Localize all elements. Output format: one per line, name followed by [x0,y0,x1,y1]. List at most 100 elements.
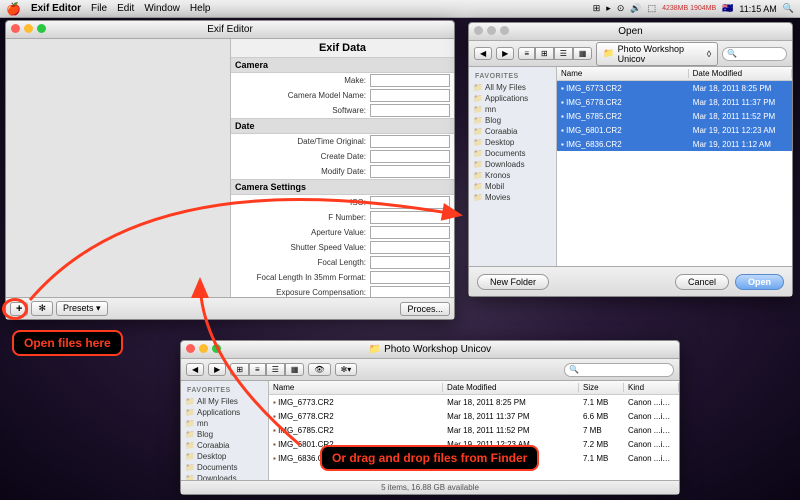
software-field[interactable] [370,104,450,117]
finder-toolbar: ◀ ▶ ⊞≡☰▦ 👁 ✻▾ 🔍 [181,359,679,381]
sidebar-item[interactable]: mn [183,418,266,429]
exif-editor-window: Exif Editor Exif Data Camera Make: Camer… [5,20,455,320]
menu-window[interactable]: Window [144,3,180,14]
titlebar[interactable]: Exif Editor [6,21,454,39]
menubar-extra-icon[interactable]: ⊞ [593,3,601,14]
sidebar-item[interactable]: All My Files [183,396,266,407]
back-button[interactable]: ◀ [474,47,492,60]
model-field[interactable] [370,89,450,102]
favorites-heading: FAVORITES [471,71,554,82]
sidebar-item[interactable]: Coraabia [183,440,266,451]
sidebar-item[interactable]: Blog [471,115,554,126]
aperture-field[interactable] [370,226,450,239]
field-label: Camera Model Name: [235,91,366,100]
sidebar-item[interactable]: Movies [471,192,554,203]
menubar-extra-icon[interactable]: ⊙ [617,3,625,14]
app-name[interactable]: Exif Editor [31,3,81,14]
file-row[interactable]: IMG_6778.CR2Mar 18, 2011 11:37 PM [557,95,792,109]
file-row[interactable]: IMG_6778.CR2Mar 18, 2011 11:37 PM6.6 MBC… [269,409,679,423]
titlebar[interactable]: Open [469,23,792,41]
forward-button[interactable]: ▶ [208,363,226,376]
cancel-button[interactable]: Cancel [675,274,729,290]
process-button[interactable]: Proces... [400,302,450,316]
sidebar-item[interactable]: Mobil [471,181,554,192]
shutter-field[interactable] [370,241,450,254]
menu-file[interactable]: File [91,3,107,14]
file-list: Name Date Modified IMG_6773.CR2Mar 18, 2… [557,67,792,266]
sidebar-item[interactable]: Coraabia [471,126,554,137]
sidebar-item[interactable]: Downloads [183,473,266,480]
field-label: Software: [235,106,366,115]
modify-date-field[interactable] [370,165,450,178]
sidebar-item[interactable]: Desktop [183,451,266,462]
column-name[interactable]: Name [557,69,689,78]
sidebar-item[interactable]: Blog [183,429,266,440]
menubar-extra-icon[interactable]: ▸ [606,3,611,14]
file-list-panel[interactable] [6,39,231,297]
sidebar-item[interactable]: Downloads [471,159,554,170]
search-input[interactable]: 🔍 [722,47,787,61]
field-label: Focal Length In 35mm Format: [235,273,366,282]
menubar-dropbox-icon[interactable]: ⬚ [648,3,657,14]
path-dropdown[interactable]: 📁 Photo Workshop Unicov ◊ [596,42,718,66]
column-kind[interactable]: Kind [624,383,679,392]
file-row[interactable]: IMG_6785.CR2Mar 18, 2011 11:52 PM7 MBCan… [269,423,679,437]
sidebar-item[interactable]: Applications [183,407,266,418]
menu-help[interactable]: Help [190,3,211,14]
field-label: Modify Date: [235,167,366,176]
back-button[interactable]: ◀ [186,363,204,376]
file-row[interactable]: IMG_6785.CR2Mar 18, 2011 11:52 PM [557,109,792,123]
menubar-flag-icon[interactable]: 🇦🇺 [722,3,733,14]
callout-open-files: Open files here [12,330,123,356]
sidebar-item[interactable]: Desktop [471,137,554,148]
sidebar-item[interactable]: mn [471,104,554,115]
make-field[interactable] [370,74,450,87]
apple-menu-icon[interactable]: 🍎 [6,2,21,16]
sidebar-item[interactable]: All My Files [471,82,554,93]
file-row[interactable]: IMG_6801.CR2Mar 19, 2011 12:23 AM [557,123,792,137]
column-size[interactable]: Size [579,383,624,392]
window-controls[interactable] [186,344,221,353]
menubar-memory[interactable]: 4238MB 1904MB [662,5,716,12]
open-toolbar: ◀ ▶ ≡⊞☰▦ 📁 Photo Workshop Unicov ◊ 🔍 [469,41,792,67]
window-controls[interactable] [11,24,46,33]
new-folder-button[interactable]: New Folder [477,274,549,290]
menu-edit[interactable]: Edit [117,3,134,14]
presets-button[interactable]: Presets ▾ [56,301,108,316]
file-row[interactable]: IMG_6773.CR2Mar 18, 2011 8:25 PM7.1 MBCa… [269,395,679,409]
datetime-original-field[interactable] [370,135,450,148]
forward-button[interactable]: ▶ [496,47,514,60]
sidebar-item[interactable]: Applications [471,93,554,104]
sidebar-item[interactable]: Documents [471,148,554,159]
file-row[interactable]: IMG_6836.CR2Mar 19, 2011 1:12 AM [557,137,792,151]
finder-window: 📁 Photo Workshop Unicov ◀▶ ⊞≡☰▦ 👁 ✻▾ 🔍 F… [180,340,680,495]
iso-field[interactable] [370,196,450,209]
window-title: Open [618,26,642,37]
fnumber-field[interactable] [370,211,450,224]
callout-drag-drop: Or drag and drop files from Finder [320,445,539,471]
view-mode-segment[interactable]: ≡⊞☰▦ [518,47,592,60]
file-row[interactable]: IMG_6773.CR2Mar 18, 2011 8:25 PM [557,81,792,95]
exposure-comp-field[interactable] [370,286,450,297]
window-controls[interactable] [474,26,509,35]
add-files-button[interactable]: + [10,302,28,316]
sidebar-item[interactable]: Documents [183,462,266,473]
focal-35mm-field[interactable] [370,271,450,284]
column-name[interactable]: Name [269,383,443,392]
focal-length-field[interactable] [370,256,450,269]
actions-button[interactable]: ✻▾ [335,363,358,376]
spotlight-icon[interactable]: 🔍 [783,3,794,14]
create-date-field[interactable] [370,150,450,163]
titlebar[interactable]: 📁 Photo Workshop Unicov [181,341,679,359]
menubar-volume-icon[interactable]: 🔊 [630,3,641,14]
menubar: 🍎 Exif Editor File Edit Window Help ⊞ ▸ … [0,0,800,18]
open-button[interactable]: Open [735,274,784,290]
menubar-clock[interactable]: 11:15 AM [739,4,776,14]
search-input[interactable]: 🔍 [564,363,674,377]
actions-menu-button[interactable]: ✻ [31,301,53,316]
view-mode-segment[interactable]: ⊞≡☰▦ [230,363,304,376]
column-date[interactable]: Date Modified [689,69,792,78]
quicklook-button[interactable]: 👁 [308,363,330,376]
sidebar-item[interactable]: Kronos [471,170,554,181]
column-date[interactable]: Date Modified [443,383,579,392]
